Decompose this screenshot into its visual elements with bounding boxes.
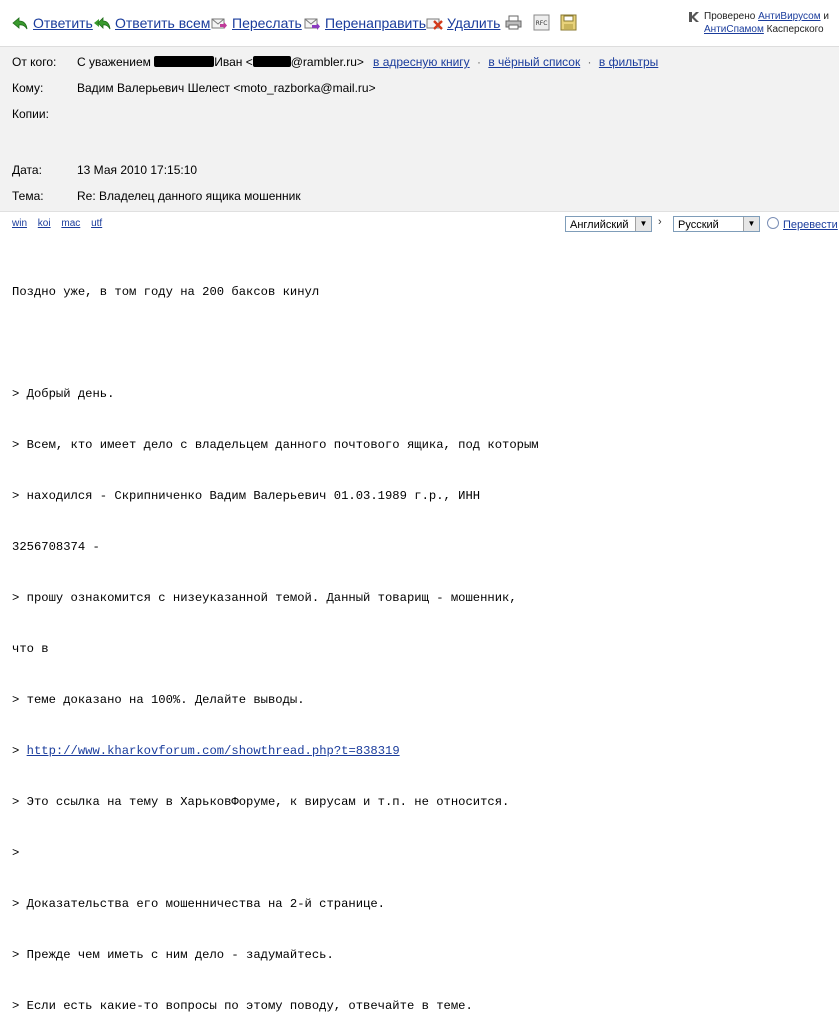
to-row: Кому: Вадим Валерьевич Шелест <moto_razb… <box>0 81 839 99</box>
body-line: > Это ссылка на тему в ХарьковФоруме, к … <box>12 795 510 809</box>
target-language-value: Русский <box>678 219 719 231</box>
source-language-value: Английский <box>570 219 629 231</box>
reply-all-label: Ответить всем <box>115 15 211 31</box>
body-line: > Прежде чем иметь с ним дело - задумайт… <box>12 948 334 962</box>
redirect-label: Перенаправить <box>325 15 427 31</box>
chevron-down-icon: ▼ <box>743 217 759 231</box>
body-line <box>12 335 832 352</box>
subject-value: Re: Владелец данного ящика мошенник <box>77 189 301 203</box>
body-line: 3256708374 - <box>12 540 100 554</box>
add-to-addressbook-link[interactable]: в адресную книгу <box>373 55 470 69</box>
body-line: Поздно уже, в том году на 200 баксов кин… <box>12 285 320 299</box>
cc-label: Копии: <box>12 107 49 121</box>
encoding-links: win koi mac utf <box>12 218 110 229</box>
from-value: С уважением Иван < @rambler.ru> <box>77 55 364 69</box>
antivirus-notice: Проверено АнтиВирусом и АнтиСпамом Каспе… <box>688 10 829 36</box>
translate-link[interactable]: Перевести <box>783 219 838 231</box>
quote-marker: > <box>12 744 27 758</box>
body-line: > <box>12 846 20 860</box>
body-line: что в <box>12 642 49 656</box>
filters-link[interactable]: в фильтры <box>599 55 658 69</box>
antivirus-and: и <box>823 11 829 22</box>
forward-button[interactable]: Переслать <box>211 12 302 34</box>
body-line: > Добрый день. <box>12 387 115 401</box>
encoding-win-link[interactable]: win <box>12 218 27 229</box>
encoding-utf-link[interactable]: utf <box>91 218 102 229</box>
separator-dot: · <box>587 55 592 69</box>
forward-label: Переслать <box>232 15 302 31</box>
blacklist-link[interactable]: в чёрный список <box>488 55 580 69</box>
antivirus-link[interactable]: АнтиВирусом <box>758 11 821 22</box>
date-label: Дата: <box>12 163 42 177</box>
rfc-icon[interactable]: RFC <box>533 14 550 31</box>
from-name: Иван < <box>214 55 253 69</box>
translate-action[interactable]: Перевести <box>767 217 838 231</box>
reply-button[interactable]: Ответить <box>12 12 93 34</box>
separator-dot: · <box>477 55 481 69</box>
body-line: > теме доказано на 100%. Делайте выводы. <box>12 693 305 707</box>
to-value: Вадим Валерьевич Шелест <moto_razborka@m… <box>77 81 376 95</box>
redacted-block <box>252 56 291 67</box>
sender-actions: в адресную книгу · в чёрный список · в ф… <box>373 55 658 69</box>
target-language-select[interactable]: Русский ▼ <box>673 216 760 232</box>
date-row: Дата: 13 Мая 2010 17:15:10 <box>0 163 839 181</box>
message-header: От кого: С уважением Иван < @rambler.ru> … <box>0 46 839 212</box>
from-row: От кого: С уважением Иван < @rambler.ru> … <box>0 55 839 73</box>
date-value: 13 Мая 2010 17:15:10 <box>77 163 198 177</box>
message-toolbar: Ответить Ответить всем Переслать Перенап… <box>0 0 839 46</box>
subject-label: Тема: <box>12 189 44 203</box>
encoding-koi-link[interactable]: koi <box>38 218 51 229</box>
redirect-icon <box>304 15 321 32</box>
body-line: > находился - Скрипниченко Вадим Валерье… <box>12 489 481 503</box>
message-body: Поздно уже, в том году на 200 баксов кин… <box>12 250 832 1024</box>
rfc-label: RFC <box>536 20 548 27</box>
reply-all-button[interactable]: Ответить всем <box>94 12 210 34</box>
antivirus-suffix: Касперского <box>766 24 824 35</box>
reply-all-icon <box>94 15 111 32</box>
body-line: > Если есть какие-то вопросы по этому по… <box>12 999 473 1013</box>
translate-icon <box>767 217 779 229</box>
redirect-button[interactable]: Перенаправить <box>304 12 426 34</box>
forum-thread-link[interactable]: http://www.kharkovforum.com/showthread.p… <box>27 744 400 758</box>
encoding-mac-link[interactable]: mac <box>61 218 80 229</box>
chevron-down-icon: ▼ <box>635 217 651 231</box>
from-domain: @rambler.ru> <box>290 55 364 69</box>
body-line: > прошу ознакомится с низеуказанной темо… <box>12 591 517 605</box>
save-icon[interactable] <box>560 14 577 31</box>
delete-label: Удалить <box>447 15 501 31</box>
printer-icon[interactable] <box>505 14 522 31</box>
reply-label: Ответить <box>33 15 93 31</box>
forward-icon <box>211 15 228 32</box>
redacted-block <box>154 56 215 67</box>
from-prefix: С уважением <box>77 55 151 69</box>
source-language-select[interactable]: Английский ▼ <box>565 216 652 232</box>
cc-row: Копии: <box>0 107 839 125</box>
body-link-line: > http://www.kharkovforum.com/showthread… <box>12 743 832 760</box>
kaspersky-logo-icon <box>689 12 699 22</box>
from-label: От кого: <box>12 55 57 69</box>
reply-icon <box>12 15 29 32</box>
to-label: Кому: <box>12 81 44 95</box>
language-arrow-icon: › <box>658 216 662 228</box>
antispam-link[interactable]: АнтиСпамом <box>704 24 764 35</box>
delete-icon <box>426 15 443 32</box>
body-line: > Доказательства его мошенничества на 2-… <box>12 897 385 911</box>
delete-button[interactable]: Удалить <box>426 12 500 34</box>
body-line: > Всем, кто имеет дело с владельцем данн… <box>12 438 539 452</box>
subject-row: Тема: Re: Владелец данного ящика мошенни… <box>0 189 839 207</box>
antivirus-prefix: Проверено <box>704 11 756 22</box>
